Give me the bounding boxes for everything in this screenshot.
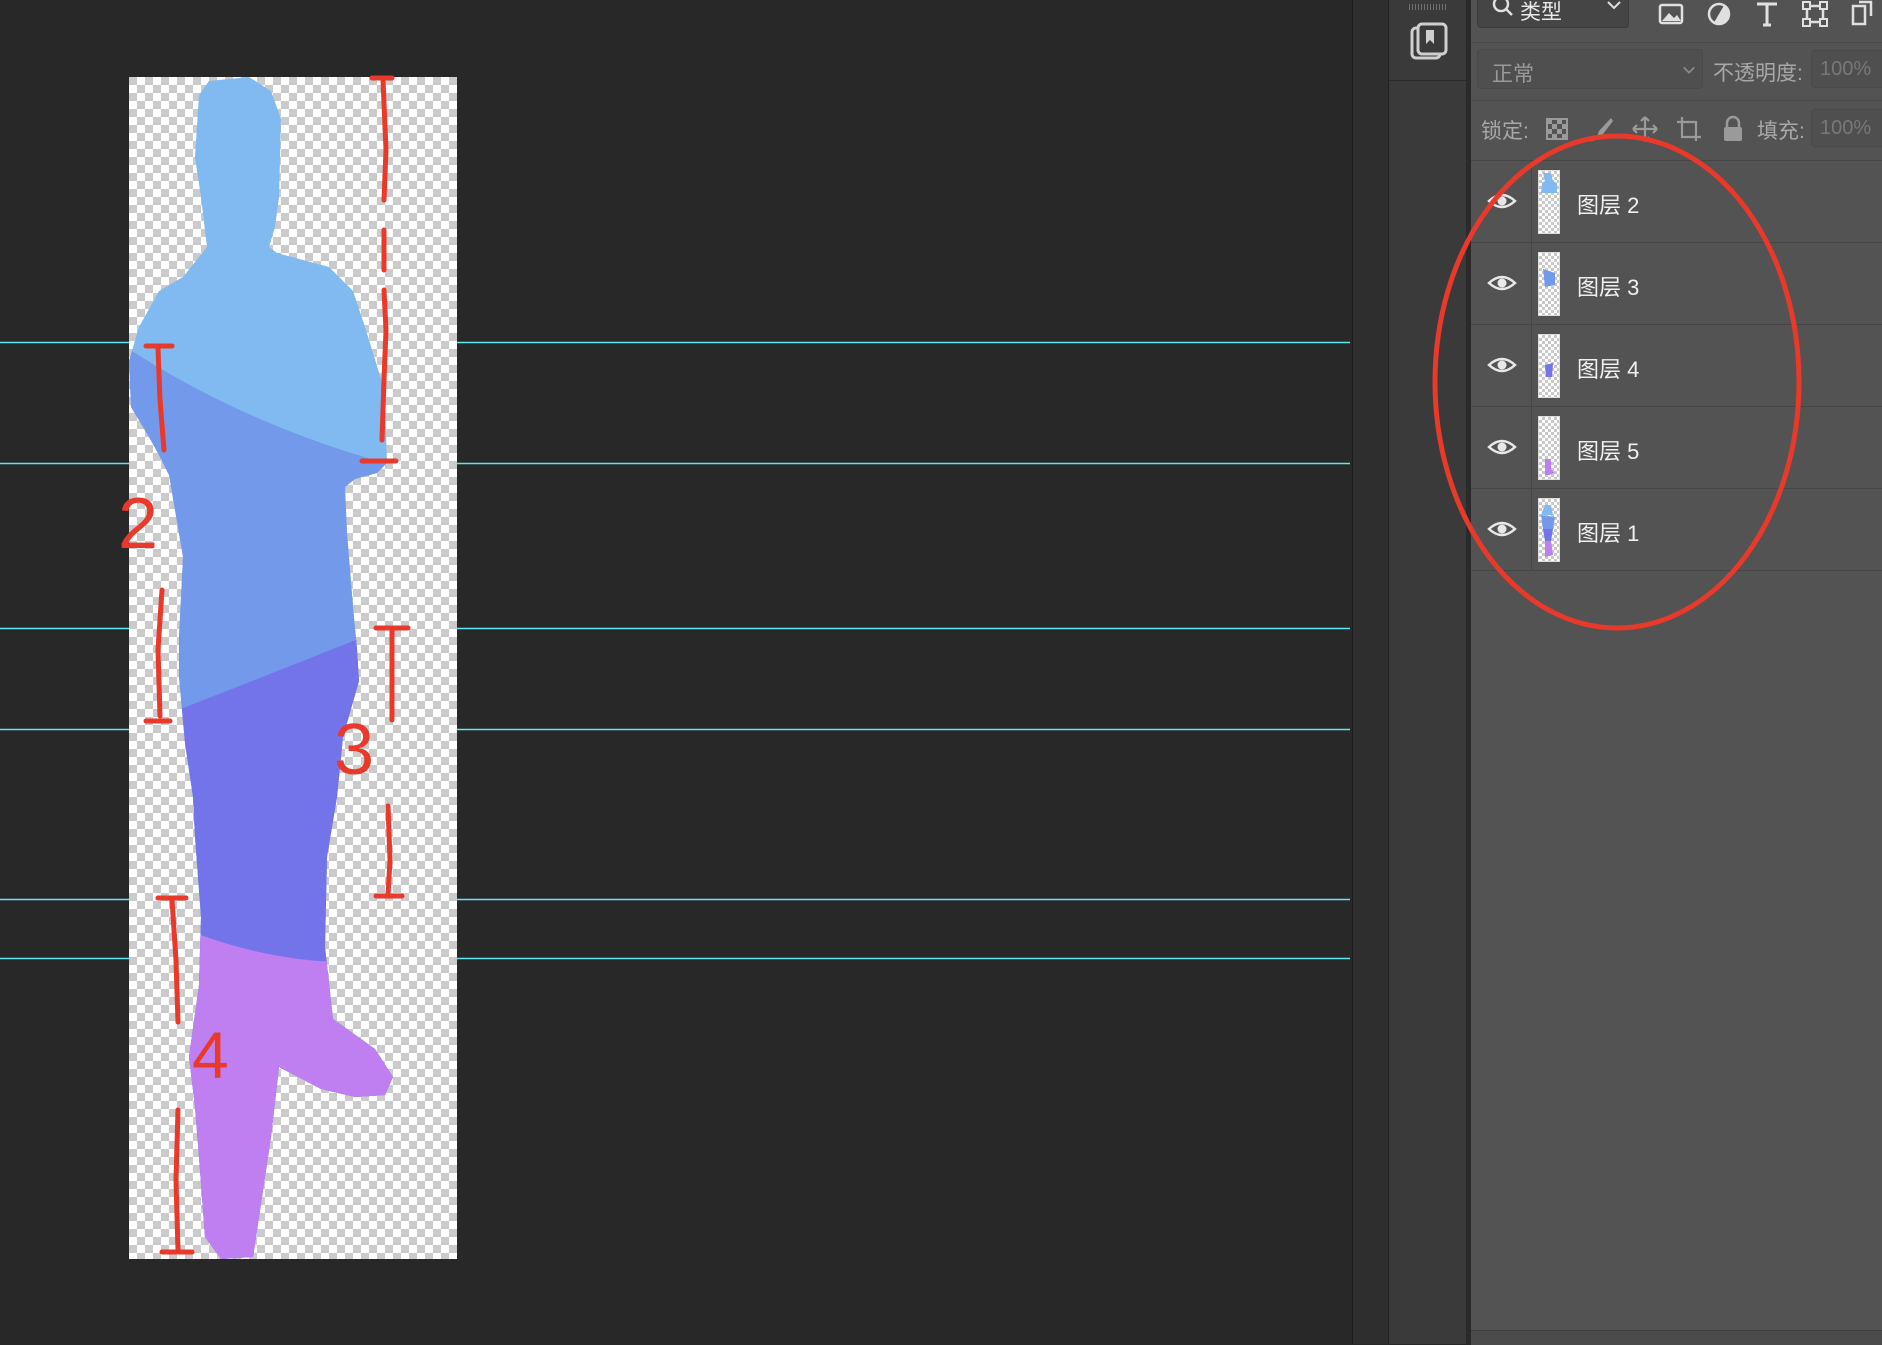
- layer-name[interactable]: 图层 4: [1577, 352, 1639, 384]
- document-canvas[interactable]: [129, 77, 457, 1259]
- segment-label-3: 3: [334, 710, 375, 790]
- eye-icon[interactable]: [1487, 517, 1517, 541]
- filter-kind-label: 类型: [1520, 1, 1562, 24]
- fill-label: 填充:: [1757, 120, 1805, 143]
- layer-thumbnail: [1538, 252, 1560, 316]
- search-icon: [1492, 0, 1513, 16]
- separator: [1389, 80, 1467, 81]
- blend-row: 正常 不透明度: 100%: [1471, 42, 1882, 95]
- blend-mode-select[interactable]: 正常: [1477, 49, 1703, 89]
- shape-filter-icon[interactable]: [1801, 0, 1829, 28]
- layer-row[interactable]: 图层 3: [1471, 243, 1882, 325]
- image-filter-icon[interactable]: [1657, 0, 1685, 28]
- layer-thumbnail: [1538, 170, 1560, 234]
- fill-field[interactable]: 100%: [1811, 109, 1882, 147]
- eye-icon[interactable]: [1487, 435, 1517, 459]
- segment-label-4: 4: [192, 1018, 229, 1092]
- fill-value: 100%: [1820, 117, 1872, 139]
- lock-image-pixels-icon[interactable]: [1587, 115, 1615, 143]
- opacity-field[interactable]: 100%: [1811, 50, 1882, 88]
- canvas-area[interactable]: 2 3 4: [0, 0, 1352, 1344]
- eye-icon[interactable]: [1487, 189, 1517, 213]
- layer-row[interactable]: 图层 5: [1471, 407, 1882, 489]
- opacity-value: 100%: [1820, 58, 1872, 80]
- type-filter-icon[interactable]: [1753, 0, 1781, 28]
- chevron-down-icon: [1683, 66, 1695, 74]
- lock-all-icon[interactable]: [1719, 115, 1747, 143]
- lock-position-icon[interactable]: [1631, 115, 1659, 143]
- chevron-down-icon: [1607, 1, 1621, 10]
- layer-row[interactable]: 图层 1: [1471, 489, 1882, 571]
- vertical-scroll-strip[interactable]: [1352, 0, 1389, 1344]
- layer-name[interactable]: 图层 3: [1577, 270, 1639, 302]
- panel-grip[interactable]: [1409, 4, 1447, 10]
- layer-name[interactable]: 图层 2: [1577, 188, 1639, 220]
- layer-filter-row: 类型: [1471, 0, 1882, 30]
- blend-mode-value: 正常: [1492, 63, 1534, 86]
- layer-row[interactable]: 图层 4: [1471, 325, 1882, 407]
- lock-row: 锁定: 填充: 100%: [1471, 100, 1882, 155]
- layers-panel: 类型 正常 不透明度: 100% 锁定: 填充: 100% 图层 2 图层 3 …: [1470, 0, 1882, 1345]
- layer-row[interactable]: 图层 2: [1471, 161, 1882, 243]
- layer-thumbnail: [1538, 498, 1560, 562]
- eye-icon[interactable]: [1487, 353, 1517, 377]
- layers-list: 图层 2 图层 3 图层 4 图层 5 图层 1: [1471, 160, 1882, 571]
- lock-transparent-pixels-icon[interactable]: [1543, 115, 1571, 143]
- layer-name[interactable]: 图层 1: [1577, 516, 1639, 548]
- lock-artboard-icon[interactable]: [1675, 115, 1703, 143]
- opacity-label: 不透明度:: [1713, 62, 1803, 85]
- filter-kind-select[interactable]: 类型: [1477, 0, 1629, 28]
- layer-name[interactable]: 图层 5: [1577, 434, 1639, 466]
- layer-thumbnail: [1538, 334, 1560, 398]
- panel-footer: [1471, 1330, 1882, 1345]
- adjustment-filter-icon[interactable]: [1705, 0, 1733, 28]
- smart-object-filter-icon[interactable]: [1849, 0, 1877, 28]
- history-panel-icon[interactable]: [1408, 22, 1448, 62]
- layer-thumbnail: [1538, 416, 1560, 480]
- lock-label: 锁定:: [1481, 120, 1529, 143]
- collapsed-panel-strip: [1388, 0, 1467, 1344]
- eye-icon[interactable]: [1487, 271, 1517, 295]
- segment-label-2: 2: [118, 484, 159, 564]
